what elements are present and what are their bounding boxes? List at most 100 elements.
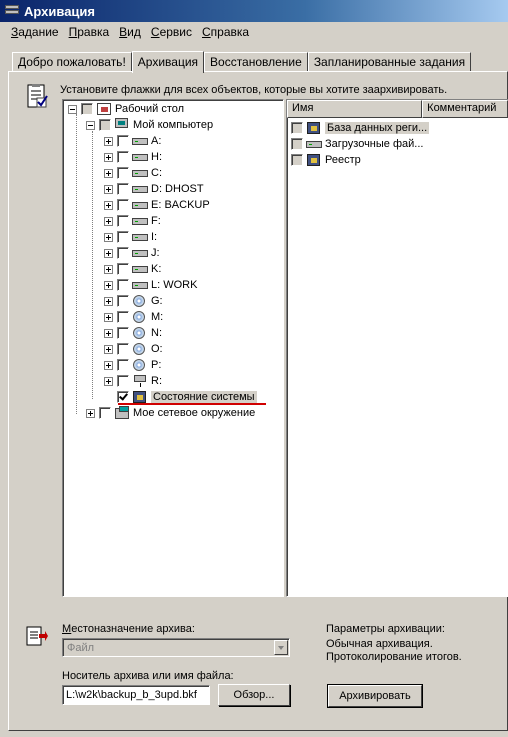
tree-item-drive[interactable]: R: [104, 373, 162, 389]
backup-tree[interactable] [62, 99, 284, 597]
tree-item-network[interactable]: Мое сетевое окружение [86, 405, 255, 421]
expand-icon[interactable] [104, 328, 113, 338]
tree-line [92, 131, 93, 399]
tree-item-drive[interactable]: N: [104, 325, 162, 341]
registry-db-icon [306, 121, 322, 135]
list-item[interactable]: Реестр [291, 152, 361, 168]
drive-icon [132, 150, 148, 164]
tree-item-drive[interactable]: C: [104, 165, 162, 181]
tab-restore[interactable]: Восстановление [204, 52, 308, 72]
tree-item-drive[interactable]: M: [104, 309, 163, 325]
expand-icon[interactable] [104, 232, 113, 242]
expand-icon[interactable] [104, 136, 113, 146]
menu-view[interactable]: Вид [114, 25, 146, 39]
media-filename-field[interactable]: L:\w2k\backup_b_3upd.bkf [62, 685, 210, 705]
list-item[interactable]: База данных реги... [291, 120, 430, 136]
menu-edit[interactable]: Правка [64, 25, 115, 39]
tree-checkbox[interactable] [117, 199, 129, 211]
tree-checkbox[interactable] [117, 247, 129, 259]
expand-icon[interactable] [104, 248, 113, 258]
destination-label: Местоназначение архива: [62, 623, 195, 635]
params-title: Параметры архивации: [326, 623, 445, 635]
cd-drive-icon [132, 326, 148, 340]
chevron-down-icon[interactable] [274, 640, 288, 655]
tree-item-my-computer[interactable]: Мой компьютер [86, 117, 213, 133]
network-drive-icon [132, 374, 148, 388]
expand-icon[interactable] [104, 216, 113, 226]
tree-checkbox[interactable] [117, 359, 129, 371]
expand-icon[interactable] [104, 280, 113, 290]
browse-button[interactable]: Обзор... [218, 684, 290, 706]
tree-item-drive[interactable]: O: [104, 341, 163, 357]
item-checkbox[interactable] [291, 122, 303, 134]
tree-item-drive[interactable]: K: [104, 261, 161, 277]
instruction-text: Установите флажки для всех объектов, кот… [60, 84, 448, 96]
tree-checkbox[interactable] [117, 391, 129, 403]
expand-icon[interactable] [104, 376, 113, 386]
tree-item-drive[interactable]: A: [104, 133, 161, 149]
tree-checkbox[interactable] [117, 167, 129, 179]
expand-icon[interactable] [104, 184, 113, 194]
tree-item-drive[interactable]: G: [104, 293, 163, 309]
tree-item-drive[interactable]: H: [104, 149, 162, 165]
drive-icon [132, 246, 148, 260]
tree-checkbox[interactable] [117, 327, 129, 339]
tree-checkbox[interactable] [117, 215, 129, 227]
start-backup-button[interactable]: Архивировать [327, 684, 423, 708]
tree-checkbox[interactable] [117, 183, 129, 195]
tree-item-drive[interactable]: E: BACKUP [104, 197, 210, 213]
list-header: Имя Комментарий [287, 100, 508, 118]
expand-icon[interactable] [104, 168, 113, 178]
expand-icon[interactable] [104, 360, 113, 370]
tree-checkbox[interactable] [117, 311, 129, 323]
expand-icon[interactable] [104, 152, 113, 162]
tree-item-drive[interactable]: D: DHOST [104, 181, 204, 197]
tree-item-drive[interactable]: I: [104, 229, 157, 245]
item-checkbox[interactable] [291, 138, 303, 150]
tree-line [76, 114, 77, 414]
tree-checkbox[interactable] [117, 295, 129, 307]
column-comment[interactable]: Комментарий [422, 100, 508, 118]
tree-checkbox[interactable] [117, 263, 129, 275]
backup-app-icon [4, 4, 20, 18]
item-checkbox[interactable] [291, 154, 303, 166]
tree-checkbox[interactable] [99, 407, 111, 419]
destination-select[interactable]: Файл [62, 638, 290, 657]
tree-item-drive[interactable]: L: WORK [104, 277, 197, 293]
menu-tools[interactable]: Сервис [146, 25, 197, 39]
tree-checkbox[interactable] [117, 343, 129, 355]
menu-help[interactable]: Справка [197, 25, 254, 39]
tree-checkbox[interactable] [117, 375, 129, 387]
tree-checkbox[interactable] [81, 103, 93, 115]
tree-checkbox[interactable] [117, 151, 129, 163]
expand-icon[interactable] [104, 296, 113, 306]
tree-checkbox[interactable] [117, 279, 129, 291]
list-item[interactable]: Загрузочные фай... [291, 136, 423, 152]
items-list[interactable]: Имя Комментарий База данных реги... Загр… [286, 99, 508, 597]
tree-checkbox[interactable] [99, 119, 111, 131]
expand-icon[interactable] [104, 344, 113, 354]
menu-job[interactable]: Задание [6, 25, 64, 39]
collapse-icon[interactable] [68, 104, 77, 114]
drive-icon [132, 198, 148, 212]
tree-checkbox[interactable] [117, 231, 129, 243]
expand-icon[interactable] [104, 264, 113, 274]
expand-icon[interactable] [104, 312, 113, 322]
tree-item-drive[interactable]: P: [104, 357, 161, 373]
expand-icon[interactable] [104, 200, 113, 210]
collapse-icon[interactable] [86, 120, 95, 130]
tab-backup[interactable]: Архивация [131, 51, 205, 73]
cd-drive-icon [132, 310, 148, 324]
column-name[interactable]: Имя [287, 100, 423, 118]
tree-item-drive[interactable]: F: [104, 213, 161, 229]
title-bar: Архивация [0, 0, 508, 22]
drive-icon [132, 214, 148, 228]
expand-icon[interactable] [86, 408, 95, 418]
tab-welcome[interactable]: Добро пожаловать! [12, 52, 132, 72]
computer-icon [114, 118, 130, 132]
tree-checkbox[interactable] [117, 135, 129, 147]
tab-scheduled-jobs[interactable]: Запланированные задания [307, 52, 472, 72]
tree-item-drive[interactable]: J: [104, 245, 160, 261]
cd-drive-icon [132, 342, 148, 356]
tree-item-desktop[interactable]: Рабочий стол [68, 101, 184, 117]
